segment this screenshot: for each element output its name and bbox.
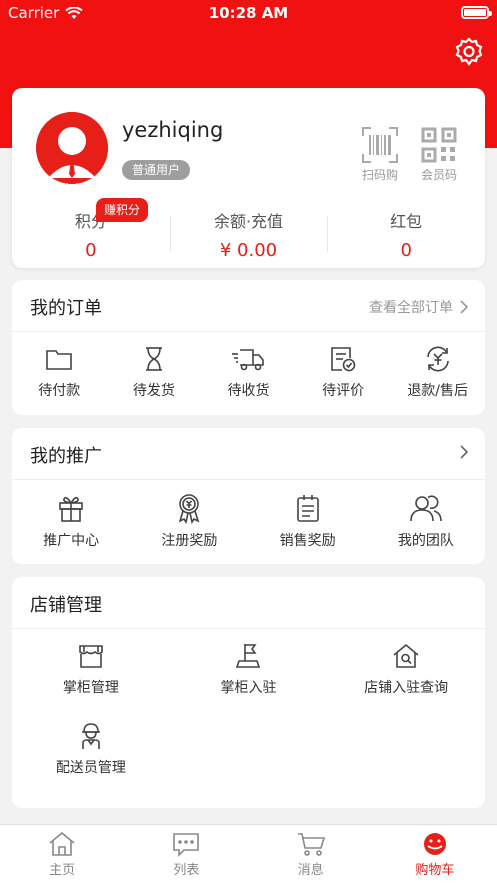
username: yezhiqing: [122, 118, 224, 142]
promotion-center[interactable]: 推广中心: [12, 484, 130, 550]
house-search-icon: [393, 643, 419, 668]
order-pending-review[interactable]: 待评价: [296, 336, 391, 400]
review-icon: [331, 347, 356, 372]
courier-icon: [81, 723, 100, 749]
promotion-title: 我的推广: [30, 446, 102, 467]
user-level-badge: 普通用户: [122, 160, 191, 180]
shop-header: 店铺管理: [12, 577, 485, 629]
member-code-button[interactable]: 会员码: [414, 126, 464, 183]
bottom-tab-bar: 主页 列表 消息 购物车: [0, 824, 497, 883]
settings-gear-icon[interactable]: [453, 36, 485, 68]
tab-list[interactable]: 列表: [124, 825, 248, 883]
profile-card: yezhiqing 普通用户 扫码购 会员码 积分 0 余额·充值 ¥ 0.00…: [12, 88, 485, 268]
earn-points-badge[interactable]: 赚积分: [96, 198, 149, 222]
orders-title: 我的订单: [30, 298, 102, 319]
promotion-header[interactable]: 我的推广: [12, 428, 485, 480]
promotion-row: 推广中心 注册奖励 销售奖励 我的团队: [12, 484, 485, 550]
tab-messages[interactable]: 消息: [249, 825, 373, 883]
refund-icon: [426, 346, 449, 372]
cart-icon: [297, 833, 325, 856]
view-all-orders-link[interactable]: 查看全部订单: [369, 297, 469, 317]
order-pending-shipment[interactable]: 待发货: [107, 336, 202, 400]
shop-management-section: 店铺管理 掌柜管理 掌柜入驻 店铺入驻查询 配送员管理: [12, 577, 485, 808]
scan-buy-button[interactable]: 扫码购: [355, 126, 405, 183]
clock: 10:28 AM: [208, 4, 289, 22]
team-icon: [410, 495, 442, 522]
order-refund-aftersale[interactable]: 退款/售后: [390, 336, 485, 400]
order-status-row: 待付款 待发货 待收货 待评价 退款/售后: [12, 336, 485, 400]
my-team[interactable]: 我的团队: [367, 484, 485, 550]
battery-icon: [461, 6, 492, 19]
user-avatar-icon: [36, 112, 108, 184]
order-pending-receipt[interactable]: 待收货: [201, 336, 296, 400]
account-stats: 积分 0 余额·充值 ¥ 0.00 红包 0: [12, 198, 485, 264]
shop-grid: 掌柜管理 掌柜入驻 店铺入驻查询 配送员管理: [12, 633, 485, 793]
chevron-right-icon: [460, 300, 469, 314]
cart-active-icon: [423, 833, 446, 855]
barcode-scan-icon: [362, 127, 398, 163]
balance-stat[interactable]: 余额·充值 ¥ 0.00: [169, 198, 328, 264]
truck-icon: [232, 349, 265, 371]
home-icon: [49, 831, 75, 856]
gift-icon: [59, 496, 83, 522]
red-packet-stat[interactable]: 红包 0: [327, 198, 485, 264]
promotion-section: 我的推广 推广中心 注册奖励 销售奖励 我的团队: [12, 428, 485, 564]
registration-reward[interactable]: 注册奖励: [130, 484, 248, 550]
tab-cart[interactable]: 购物车: [373, 825, 497, 883]
flag-icon: [236, 644, 261, 668]
award-icon: [179, 494, 200, 524]
shopkeeper-onboarding[interactable]: 掌柜入驻: [170, 633, 328, 713]
hourglass-icon: [145, 347, 162, 371]
order-pending-payment[interactable]: 待付款: [12, 336, 107, 400]
store-onboarding-query[interactable]: 店铺入驻查询: [327, 633, 485, 713]
qr-code-icon: [421, 127, 457, 163]
shop-title: 店铺管理: [30, 595, 102, 616]
message-list-icon: [173, 833, 200, 857]
tab-home[interactable]: 主页: [0, 825, 124, 883]
sales-reward[interactable]: 销售奖励: [249, 484, 367, 550]
status-bar: Carrier 10:28 AM: [0, 0, 497, 26]
chevron-right-icon[interactable]: [459, 445, 469, 459]
folder-icon: [46, 350, 73, 370]
avatar[interactable]: [36, 112, 108, 184]
courier-management[interactable]: 配送员管理: [12, 713, 170, 793]
clipboard-icon: [296, 495, 319, 522]
shopkeeper-management[interactable]: 掌柜管理: [12, 633, 170, 713]
store-icon: [79, 645, 103, 668]
orders-section: 我的订单 查看全部订单 待付款 待发货 待收货 待评价 退款/售后: [12, 280, 485, 415]
orders-header: 我的订单 查看全部订单: [12, 280, 485, 332]
